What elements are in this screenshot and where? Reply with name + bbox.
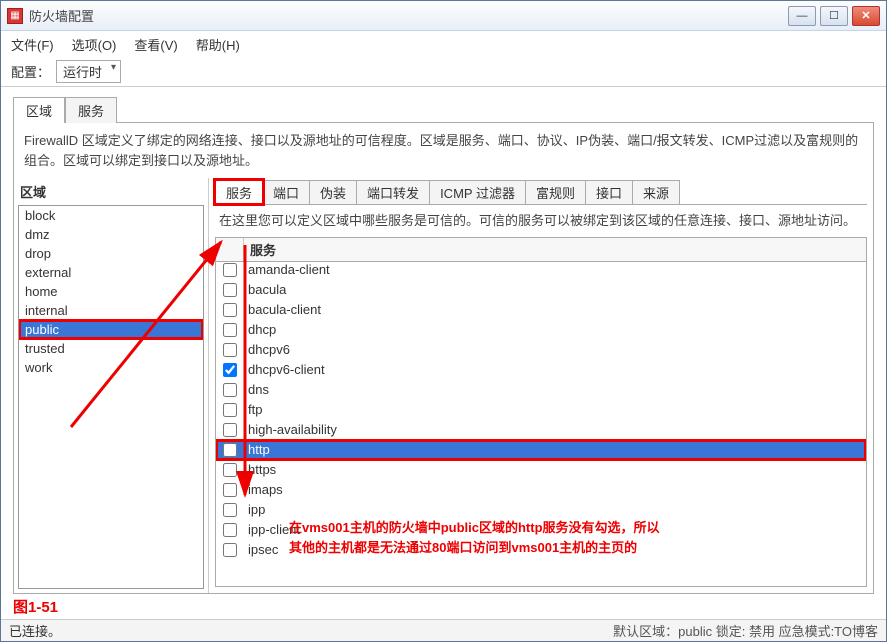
window: ▦ 防火墙配置 — ☐ ✕ 文件(F) 选项(O) 查看(V) 帮助(H) 配置… <box>0 0 887 642</box>
service-name: http <box>244 442 274 457</box>
status-right: 默认区域：public 锁定: 禁用 应急模式:TO博客 <box>613 621 878 640</box>
service-name: https <box>244 462 280 477</box>
service-row-dns[interactable]: dns <box>216 380 866 400</box>
service-checkbox-imaps[interactable] <box>223 483 237 497</box>
zones-panel: 区域 blockdmzdropexternalhomeinternalpubli… <box>14 178 209 593</box>
zone-item-drop[interactable]: drop <box>19 244 203 263</box>
service-name: bacula <box>244 282 290 297</box>
menu-options[interactable]: 选项(O) <box>72 35 117 54</box>
minimize-button[interactable]: — <box>788 6 816 26</box>
close-button[interactable]: ✕ <box>852 6 880 26</box>
right-panel: 服务端口伪装端口转发ICMP 过滤器富规则接口来源 在这里您可以定义区域中哪些服… <box>209 178 873 593</box>
service-row-imaps[interactable]: imaps <box>216 480 866 500</box>
service-row-dhcpv6-client[interactable]: dhcpv6-client <box>216 360 866 380</box>
service-checkbox-amanda-client[interactable] <box>223 263 237 277</box>
service-row-bacula[interactable]: bacula <box>216 280 866 300</box>
service-checkbox-dhcpv6-client[interactable] <box>223 363 237 377</box>
zone-item-block[interactable]: block <box>19 206 203 225</box>
service-checkbox-bacula-client[interactable] <box>223 303 237 317</box>
titlebar[interactable]: ▦ 防火墙配置 — ☐ ✕ <box>1 1 886 31</box>
subtab-2[interactable]: 伪装 <box>309 180 357 204</box>
subtabs: 服务端口伪装端口转发ICMP 过滤器富规则接口来源 <box>215 180 867 205</box>
service-name: ipp-client <box>244 522 304 537</box>
service-checkbox-high-availability[interactable] <box>223 423 237 437</box>
service-name: imaps <box>244 482 287 497</box>
subtab-1[interactable]: 端口 <box>262 180 310 204</box>
menu-file[interactable]: 文件(F) <box>11 35 54 54</box>
main-split: 区域 blockdmzdropexternalhomeinternalpubli… <box>13 178 874 594</box>
menubar: 文件(F) 选项(O) 查看(V) 帮助(H) <box>1 31 886 57</box>
services-column-header: 服务 <box>244 238 282 261</box>
service-checkbox-bacula[interactable] <box>223 283 237 297</box>
service-checkbox-dhcpv6[interactable] <box>223 343 237 357</box>
description-box: FirewallD 区域定义了绑定的网络连接、接口以及源地址的可信程度。区域是服… <box>13 122 874 178</box>
service-checkbox-http[interactable] <box>223 443 237 457</box>
zone-item-public[interactable]: public <box>19 320 203 339</box>
service-checkbox-dhcp[interactable] <box>223 323 237 337</box>
config-dropdown[interactable]: 运行时 <box>56 60 121 83</box>
service-name: high-availability <box>244 422 341 437</box>
firewall-icon: ▦ <box>7 8 23 24</box>
zone-item-internal[interactable]: internal <box>19 301 203 320</box>
zone-item-home[interactable]: home <box>19 282 203 301</box>
service-row-bacula-client[interactable]: bacula-client <box>216 300 866 320</box>
zone-item-external[interactable]: external <box>19 263 203 282</box>
subtab-6[interactable]: 接口 <box>585 180 633 204</box>
service-row-ftp[interactable]: ftp <box>216 400 866 420</box>
service-checkbox-ipp-client[interactable] <box>223 523 237 537</box>
window-title: 防火墙配置 <box>29 6 788 25</box>
service-row-dhcp[interactable]: dhcp <box>216 320 866 340</box>
service-name: amanda-client <box>244 262 334 277</box>
service-name: ftp <box>244 402 266 417</box>
service-name: ipsec <box>244 542 282 557</box>
service-row-http[interactable]: http <box>216 440 866 460</box>
services-body[interactable]: amanda-client bacula bacula-client dhcp dhcp… <box>216 260 866 587</box>
figure-label: 图1-51 <box>13 596 58 617</box>
subtab-4[interactable]: ICMP 过滤器 <box>429 180 526 204</box>
service-row-amanda-client[interactable]: amanda-client <box>216 260 866 280</box>
window-buttons: — ☐ ✕ <box>788 6 880 26</box>
tabs-top: 区域 服务 <box>13 97 874 123</box>
service-row-ipsec[interactable]: ipsec <box>216 540 866 560</box>
tab-services[interactable]: 服务 <box>65 97 117 123</box>
subtab-7[interactable]: 来源 <box>632 180 680 204</box>
service-checkbox-ftp[interactable] <box>223 403 237 417</box>
service-checkbox-dns[interactable] <box>223 383 237 397</box>
zone-item-dmz[interactable]: dmz <box>19 225 203 244</box>
services-table: 服务 amanda-client bacula bacula-client dhcp d… <box>215 237 867 588</box>
service-checkbox-https[interactable] <box>223 463 237 477</box>
zone-item-trusted[interactable]: trusted <box>19 339 203 358</box>
services-hint: 在这里您可以定义区域中哪些服务是可信的。可信的服务可以被绑定到该区域的任意连接、… <box>215 205 867 237</box>
service-row-dhcpv6[interactable]: dhcpv6 <box>216 340 866 360</box>
service-name: ipp <box>244 502 269 517</box>
services-header-row: 服务 <box>216 238 866 262</box>
zones-title: 区域 <box>14 178 208 205</box>
service-row-ipp[interactable]: ipp <box>216 500 866 520</box>
service-name: dhcpv6 <box>244 342 294 357</box>
status-left: 已连接。 <box>9 621 61 640</box>
service-name: dhcpv6-client <box>244 362 329 377</box>
menu-view[interactable]: 查看(V) <box>134 35 177 54</box>
service-name: dns <box>244 382 273 397</box>
zone-item-work[interactable]: work <box>19 358 203 377</box>
service-name: dhcp <box>244 322 280 337</box>
toolbar: 配置： 运行时 <box>1 57 886 87</box>
service-row-ipp-client[interactable]: ipp-client <box>216 520 866 540</box>
service-row-https[interactable]: https <box>216 460 866 480</box>
service-row-high-availability[interactable]: high-availability <box>216 420 866 440</box>
subtab-5[interactable]: 富规则 <box>525 180 586 204</box>
service-name: bacula-client <box>244 302 325 317</box>
subtab-0[interactable]: 服务 <box>215 180 263 204</box>
zone-list[interactable]: blockdmzdropexternalhomeinternalpublictr… <box>18 205 204 589</box>
tab-zones[interactable]: 区域 <box>13 97 65 123</box>
config-label: 配置： <box>11 62 50 81</box>
content: 区域 服务 FirewallD 区域定义了绑定的网络连接、接口以及源地址的可信程… <box>1 87 886 619</box>
subtab-3[interactable]: 端口转发 <box>356 180 430 204</box>
menu-help[interactable]: 帮助(H) <box>196 35 240 54</box>
checkbox-column-header <box>216 238 244 261</box>
service-checkbox-ipp[interactable] <box>223 503 237 517</box>
maximize-button[interactable]: ☐ <box>820 6 848 26</box>
service-checkbox-ipsec[interactable] <box>223 543 237 557</box>
statusbar: 已连接。 默认区域：public 锁定: 禁用 应急模式:TO博客 <box>1 619 886 641</box>
